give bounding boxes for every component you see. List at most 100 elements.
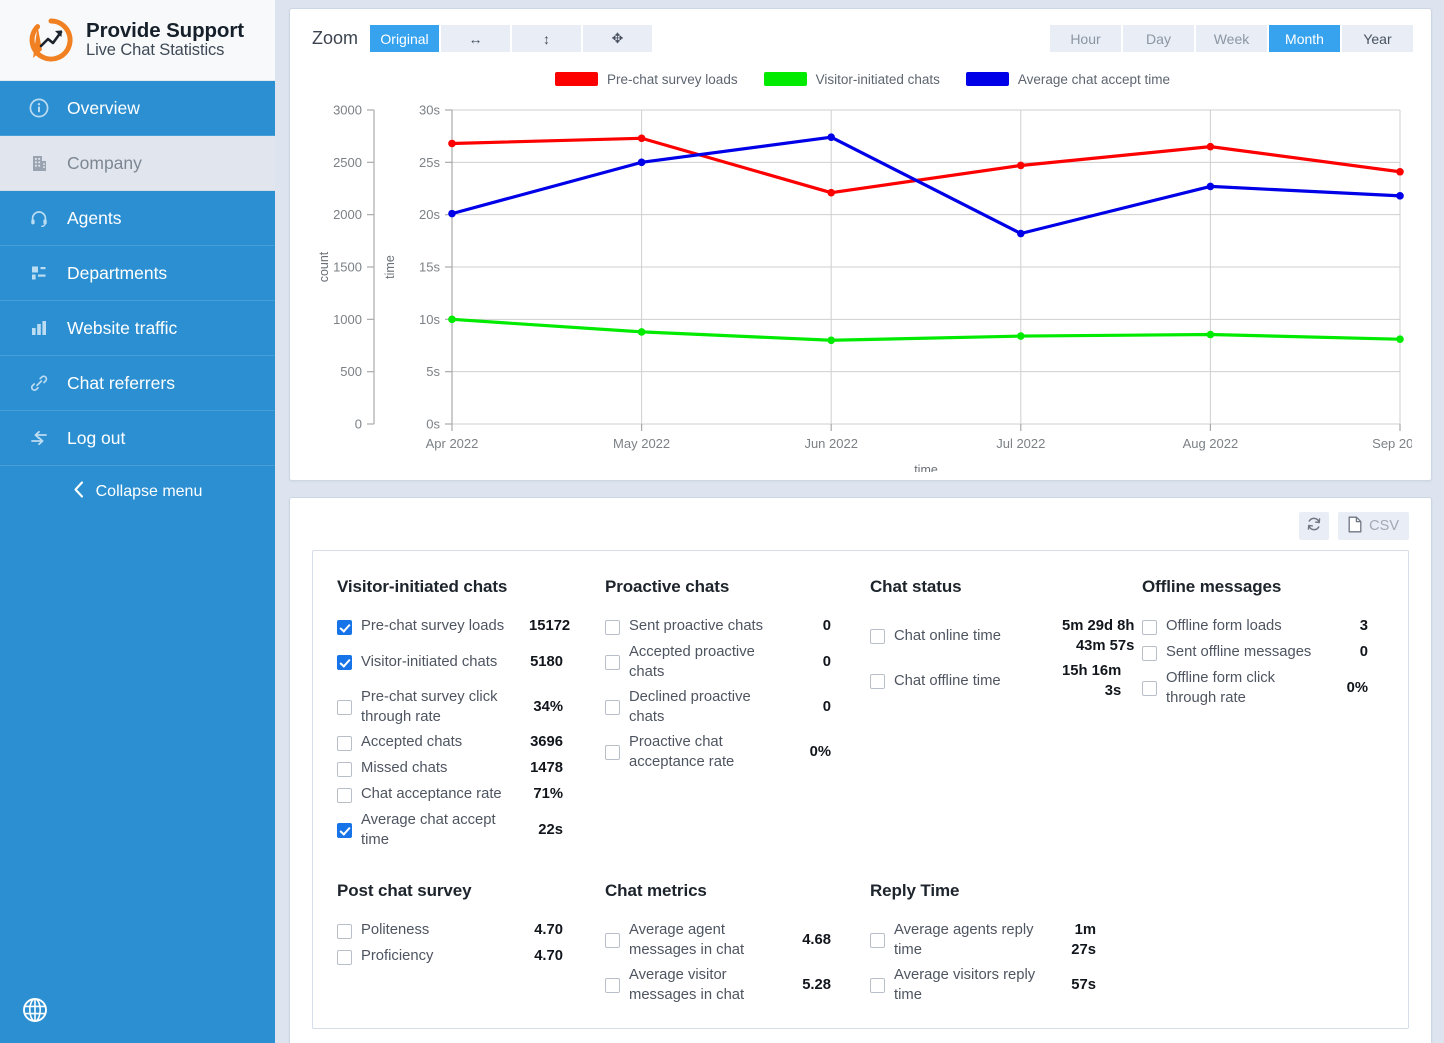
sidebar-item-overview[interactable]: Overview (0, 81, 275, 136)
grid-blocks-icon (28, 262, 50, 284)
metric-row[interactable]: Pre-chat survey loads 15172 (337, 614, 605, 640)
svg-text:30s: 30s (419, 103, 440, 118)
metric-row[interactable]: Average visitors reply time 57s (870, 963, 1142, 1008)
sidebar-item-website-traffic[interactable]: Website traffic (0, 301, 275, 356)
metric-label: Chat offline time (894, 672, 1001, 689)
metric-row[interactable]: Sent proactive chats 0 (605, 614, 870, 640)
chart-plot-area[interactable]: 0 500 1000 1500 2000 2500 3000 0s 5s 10s 15s 20s 25s… (312, 92, 1413, 473)
metric-label: Chat acceptance rate (361, 786, 502, 803)
arrow-chart-circle-logo-icon (28, 17, 74, 63)
metric-row[interactable]: Chat offline time 15h 16m 3s (870, 659, 1142, 704)
metric-row[interactable]: Accepted chats 3696 (337, 730, 605, 756)
metric-checkbox-proactive-chat-acceptance-rate[interactable] (605, 745, 620, 760)
metric-row[interactable]: Missed chats 1478 (337, 756, 605, 782)
sidebar-item-departments[interactable]: Departments (0, 246, 275, 301)
metric-row[interactable]: Average agent messages in chat 4.68 (605, 918, 870, 963)
metric-checkbox-declined-proactive-chats[interactable] (605, 700, 620, 715)
metrics-panel: CSV Visitor-initiated chats Pre-chat surv… (289, 497, 1432, 1043)
metric-checkbox-accepted-chats[interactable] (337, 735, 352, 751)
metric-label: Average visitor messages in chat (629, 966, 745, 1003)
metric-row[interactable]: Declined proactive chats 0 (605, 685, 870, 730)
sidebar-item-company[interactable]: Company (0, 136, 275, 191)
sidebar-item-log-out[interactable]: Log out (0, 411, 275, 466)
zoom-original-button[interactable]: Original (370, 25, 440, 52)
metric-checkbox-chat-acceptance-rate[interactable] (337, 787, 352, 803)
main-content: Zoom Original ↔ ↕ ✥ Hour Day Week Month … (275, 0, 1444, 1043)
metric-checkbox-average-agents-reply-time[interactable] (870, 933, 885, 948)
metric-row[interactable]: Chat online time 5m 29d 8h 43m 57s (870, 614, 1142, 659)
metric-checkbox-chat-offline-time[interactable] (870, 674, 885, 689)
sidebar-item-label: Log out (67, 427, 126, 448)
metric-checkbox-pre-chat-survey-loads[interactable] (337, 619, 352, 635)
metric-checkbox-average-chat-accept-time[interactable] (337, 823, 352, 838)
metric-row[interactable]: Sent offline messages 0 (1142, 640, 1384, 666)
metric-row[interactable]: Accepted proactive chats 0 (605, 640, 870, 685)
range-day-button[interactable]: Day (1123, 25, 1194, 52)
metric-row[interactable]: Visitor-initiated chats 5180 (337, 640, 605, 685)
metric-checkbox-visitor-initiated-chats[interactable] (337, 655, 352, 670)
svg-text:Jun 2022: Jun 2022 (804, 436, 858, 451)
metric-checkbox-pre-chat-survey-click-through-rate[interactable] (337, 700, 352, 715)
zoom-pan-icon-button[interactable]: ✥ (583, 25, 653, 52)
svg-text:Apr 2022: Apr 2022 (426, 436, 479, 451)
metric-checkbox-chat-online-time[interactable] (870, 629, 885, 644)
metric-checkbox-missed-chats[interactable] (337, 761, 352, 777)
legend-item[interactable]: Average chat accept time (965, 72, 1170, 87)
csv-export-button[interactable]: CSV (1338, 512, 1409, 540)
metric-checkbox-politeness[interactable] (337, 923, 352, 939)
range-hour-button[interactable]: Hour (1050, 25, 1121, 52)
zoom-vertical-icon-button[interactable]: ↕ (512, 25, 582, 52)
metric-row[interactable]: Politeness 4.70 (337, 918, 605, 944)
globe-icon[interactable] (20, 995, 50, 1025)
sidebar-nav: Overview Company Agents Departments Webs… (0, 81, 275, 466)
metric-value: 5m 29d 8h 43m 57s (1062, 617, 1135, 654)
metric-value: 15172 (529, 618, 571, 635)
metrics-groups: Visitor-initiated chats Pre-chat survey l… (312, 550, 1409, 1029)
metric-row[interactable]: Proactive chat acceptance rate 0% (605, 730, 870, 775)
range-week-button[interactable]: Week (1196, 25, 1267, 52)
metric-value: 3 (1359, 618, 1368, 635)
info-icon (28, 97, 50, 119)
metric-row[interactable]: Chat acceptance rate 71% (337, 782, 605, 808)
metric-label: Proficiency (361, 948, 434, 965)
collapse-menu-button[interactable]: Collapse menu (0, 466, 275, 518)
metric-row[interactable]: Pre-chat survey click through rate 34% (337, 685, 605, 730)
metric-checkbox-sent-proactive-chats[interactable] (605, 619, 620, 635)
metric-row-list: Average agents reply time 1m 27s Average v… (870, 918, 1142, 1008)
metric-checkbox-average-visitors-reply-time[interactable] (870, 978, 885, 993)
metric-value: 4.70 (534, 948, 563, 965)
metric-row[interactable]: Offline form click through rate 0% (1142, 666, 1384, 711)
metric-checkbox-average-visitor-messages-in-chat[interactable] (605, 978, 620, 993)
metric-checkbox-proficiency[interactable] (337, 949, 352, 965)
metric-checkbox-sent-offline-messages[interactable] (1142, 645, 1157, 661)
metric-row[interactable]: Proficiency 4.70 (337, 944, 605, 970)
range-year-button[interactable]: Year (1342, 25, 1413, 52)
metric-group-title: Chat status (870, 577, 962, 596)
metric-group-offline-messages: Offline messages Offline form loads 3 Sent … (1142, 577, 1384, 853)
sidebar: Provide Support Live Chat Statistics Ove… (0, 0, 275, 1043)
metric-row[interactable]: Average agents reply time 1m 27s (870, 918, 1142, 963)
refresh-button[interactable] (1299, 512, 1330, 540)
metric-label: Offline form loads (1166, 618, 1282, 635)
metric-value: 0 (822, 618, 831, 635)
metric-group-chat-metrics: Chat metrics Average agent messages in ch… (605, 881, 870, 1008)
sidebar-item-chat-referrers[interactable]: Chat referrers (0, 356, 275, 411)
metric-label: Pre-chat survey loads (361, 618, 505, 635)
metric-row[interactable]: Average chat accept time 22s (337, 808, 605, 853)
range-month-button[interactable]: Month (1269, 25, 1340, 52)
svg-text:25s: 25s (419, 155, 440, 170)
metric-row[interactable]: Offline form loads 3 (1142, 614, 1384, 640)
legend-item[interactable]: Pre-chat survey loads (555, 72, 738, 87)
metric-checkbox-average-agent-messages-in-chat[interactable] (605, 933, 620, 948)
metric-checkbox-offline-form-loads[interactable] (1142, 619, 1157, 635)
sidebar-item-agents[interactable]: Agents (0, 191, 275, 246)
metric-checkbox-accepted-proactive-chats[interactable] (605, 655, 620, 670)
metric-checkbox-offline-form-click-through-rate[interactable] (1142, 681, 1157, 696)
metric-value: 3696 (530, 734, 563, 751)
legend-item[interactable]: Visitor-initiated chats (763, 72, 940, 87)
sidebar-item-label: Website traffic (67, 317, 178, 338)
brand-logo[interactable]: Provide Support Live Chat Statistics (0, 0, 275, 81)
metric-value: 4.70 (534, 922, 563, 939)
metric-row[interactable]: Average visitor messages in chat 5.28 (605, 963, 870, 1008)
zoom-horizontal-icon-button[interactable]: ↔ (441, 25, 511, 52)
